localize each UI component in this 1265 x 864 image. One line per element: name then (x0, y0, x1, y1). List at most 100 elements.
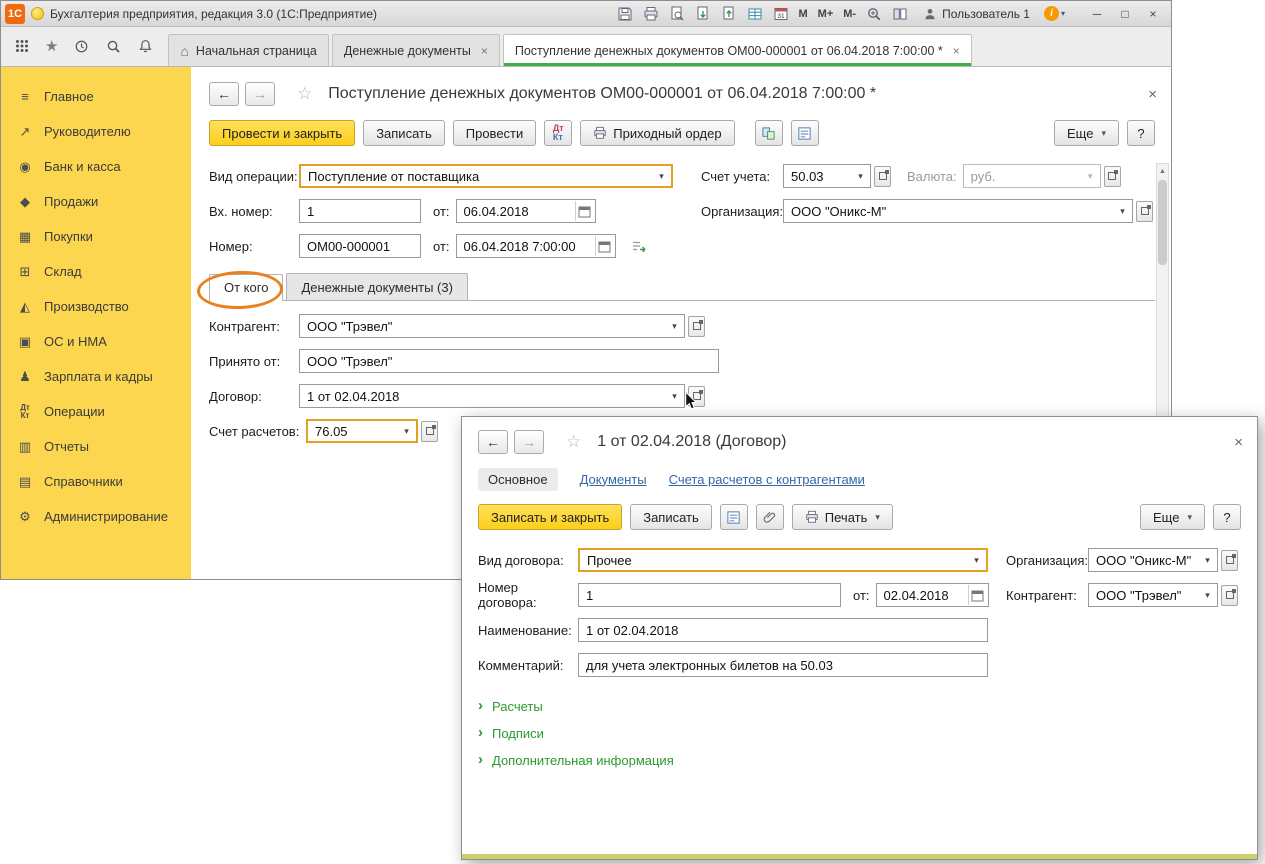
nav-documents-link[interactable]: Документы (580, 472, 647, 487)
print-button[interactable]: Печать ▾ (791, 504, 893, 530)
favorite-star-icon[interactable]: ☆ (566, 432, 581, 452)
organization-combobox[interactable]: ООО "Оникс-М" ▾ (783, 199, 1133, 223)
sidebar-item-administration[interactable]: ⚙ Администрирование (1, 499, 191, 534)
calendar-icon[interactable] (967, 585, 986, 605)
save-and-close-button[interactable]: Записать и закрыть (478, 504, 623, 530)
tab-from-whom[interactable]: От кого (209, 274, 284, 301)
minimize-button[interactable]: ─ (1087, 5, 1107, 23)
counterparty-open-button[interactable] (1221, 584, 1238, 606)
expander-additional-info[interactable]: › Дополнительная информация (478, 750, 1257, 770)
print-preview-icon[interactable] (668, 5, 686, 23)
calendar-icon[interactable] (574, 201, 593, 221)
organization-combobox[interactable]: ООО "Оникс-М" ▾ (1088, 548, 1218, 572)
info-button[interactable]: i ▾ (1043, 6, 1065, 21)
name-input[interactable]: 1 от 02.04.2018 (578, 618, 988, 642)
organization-open-button[interactable] (1136, 200, 1153, 222)
tab-money-documents-list[interactable]: Денежные документы (3) (286, 273, 468, 300)
file-open-icon[interactable] (694, 5, 712, 23)
help-button[interactable]: ? (1213, 504, 1241, 530)
create-based-on-button[interactable] (754, 120, 783, 146)
number-input[interactable]: ОМ00-000001 (299, 234, 421, 258)
nav-settlement-accounts-link[interactable]: Счета расчетов с контрагентами (669, 472, 865, 487)
sidebar-item-fixed-assets[interactable]: ▣ ОС и НМА (1, 324, 191, 359)
sidebar-item-main[interactable]: ≡ Главное (1, 79, 191, 114)
chevron-down-icon[interactable]: ▾ (667, 321, 682, 332)
nav-main[interactable]: Основное (478, 467, 558, 491)
incoming-number-input[interactable]: 1 (299, 199, 421, 223)
post-and-close-button[interactable]: Провести и закрыть (209, 120, 356, 146)
zoom-icon[interactable] (865, 5, 883, 23)
scrollbar-thumb[interactable] (1158, 180, 1167, 265)
back-button[interactable]: ← (209, 82, 239, 106)
favorites-star-icon[interactable]: ★ (45, 37, 58, 55)
contract-combobox[interactable]: 1 от 02.04.2018 ▾ (299, 384, 685, 408)
settlement-account-open-button[interactable] (421, 420, 438, 442)
contract-open-button[interactable] (688, 385, 705, 407)
sidebar-item-reports[interactable]: ▥ Отчеты (1, 429, 191, 464)
bell-icon[interactable] (136, 37, 154, 55)
organization-open-button[interactable] (1221, 549, 1238, 571)
file-save-icon[interactable] (720, 5, 738, 23)
counterparty-open-button[interactable] (688, 315, 705, 337)
sidebar-item-purchases[interactable]: ▦ Покупки (1, 219, 191, 254)
sidebar-item-manager[interactable]: ↗ Руководителю (1, 114, 191, 149)
sidebar-item-directories[interactable]: ▤ Справочники (1, 464, 191, 499)
sidebar-item-bank-cash[interactable]: ◉ Банк и касса (1, 149, 191, 184)
chevron-down-icon[interactable]: ▾ (654, 171, 669, 182)
chevron-down-icon[interactable]: ▾ (969, 555, 984, 566)
help-button[interactable]: ? (1127, 120, 1155, 146)
settlement-account-combobox[interactable]: 76.05 ▾ (306, 419, 418, 443)
chevron-down-icon[interactable]: ▾ (1200, 555, 1215, 566)
counterparty-combobox[interactable]: ООО "Трэвел" ▾ (1088, 583, 1218, 607)
print-icon[interactable] (642, 5, 660, 23)
tab-money-documents[interactable]: Денежные документы × (331, 34, 500, 66)
close-dialog-icon[interactable]: × (1234, 434, 1243, 451)
calc-m-button[interactable]: M (798, 8, 809, 20)
save-button[interactable]: Записать (630, 504, 712, 530)
menu-grid-icon[interactable] (13, 37, 31, 55)
contract-kind-combobox[interactable]: Прочее ▾ (578, 548, 988, 572)
close-window-button[interactable]: × (1143, 5, 1163, 23)
more-button[interactable]: Еще ▾ (1140, 504, 1205, 530)
sidebar-item-operations[interactable]: Дт Кт Операции (1, 394, 191, 429)
chevron-down-icon[interactable]: ▾ (1115, 206, 1130, 217)
cash-order-button[interactable]: Приходный ордер (580, 120, 735, 146)
calc-m-minus-button[interactable]: M- (842, 8, 857, 20)
favorite-star-icon[interactable]: ☆ (297, 84, 312, 104)
accepted-from-input[interactable]: ООО "Трэвел" (299, 349, 719, 373)
post-button[interactable]: Провести (452, 120, 537, 146)
chevron-down-icon[interactable]: ▾ (399, 426, 414, 437)
forward-button[interactable]: → (514, 430, 544, 454)
expander-signatures[interactable]: › Подписи (478, 723, 1257, 743)
search-icon[interactable] (104, 37, 122, 55)
contract-number-input[interactable]: 1 (578, 583, 841, 607)
scroll-up-icon[interactable]: ▲ (1159, 164, 1166, 178)
show-postings-button[interactable]: Дт Кт (544, 120, 573, 146)
chevron-down-icon[interactable]: ▾ (1200, 590, 1215, 601)
sidebar-item-production[interactable]: ◭ Производство (1, 289, 191, 324)
contract-date-input[interactable]: 02.04.2018 (875, 583, 989, 607)
currency-open-button[interactable] (1103, 165, 1121, 187)
account-open-button[interactable] (874, 165, 891, 187)
tab-close-icon[interactable]: × (481, 44, 488, 58)
comment-input[interactable]: для учета электронных билетов на 50.03 (578, 653, 988, 677)
maximize-button[interactable]: □ (1115, 5, 1135, 23)
calendar-icon[interactable] (594, 236, 613, 256)
incoming-date-input[interactable]: 06.04.2018 (455, 199, 596, 223)
date-input[interactable]: 06.04.2018 7:00:00 (455, 234, 616, 258)
forward-button[interactable]: → (245, 82, 275, 106)
expander-settlements[interactable]: › Расчеты (478, 696, 1257, 716)
tab-close-icon[interactable]: × (953, 44, 960, 58)
history-clock-icon[interactable] (72, 37, 90, 55)
tab-receipt-document[interactable]: Поступление денежных документов ОМ00-000… (502, 34, 972, 66)
split-window-icon[interactable] (891, 5, 909, 23)
related-documents-button[interactable] (790, 120, 819, 146)
sidebar-item-warehouse[interactable]: ⊞ Склад (1, 254, 191, 289)
chevron-down-icon[interactable]: ▾ (853, 171, 868, 182)
close-form-icon[interactable]: × (1148, 86, 1157, 103)
calc-m-plus-button[interactable]: M+ (817, 8, 835, 20)
operation-kind-combobox[interactable]: Поступление от поставщика ▾ (299, 164, 673, 188)
sidebar-item-payroll-hr[interactable]: ♟ Зарплата и кадры (1, 359, 191, 394)
more-button[interactable]: Еще ▾ (1054, 120, 1119, 146)
table-icon[interactable] (746, 5, 764, 23)
